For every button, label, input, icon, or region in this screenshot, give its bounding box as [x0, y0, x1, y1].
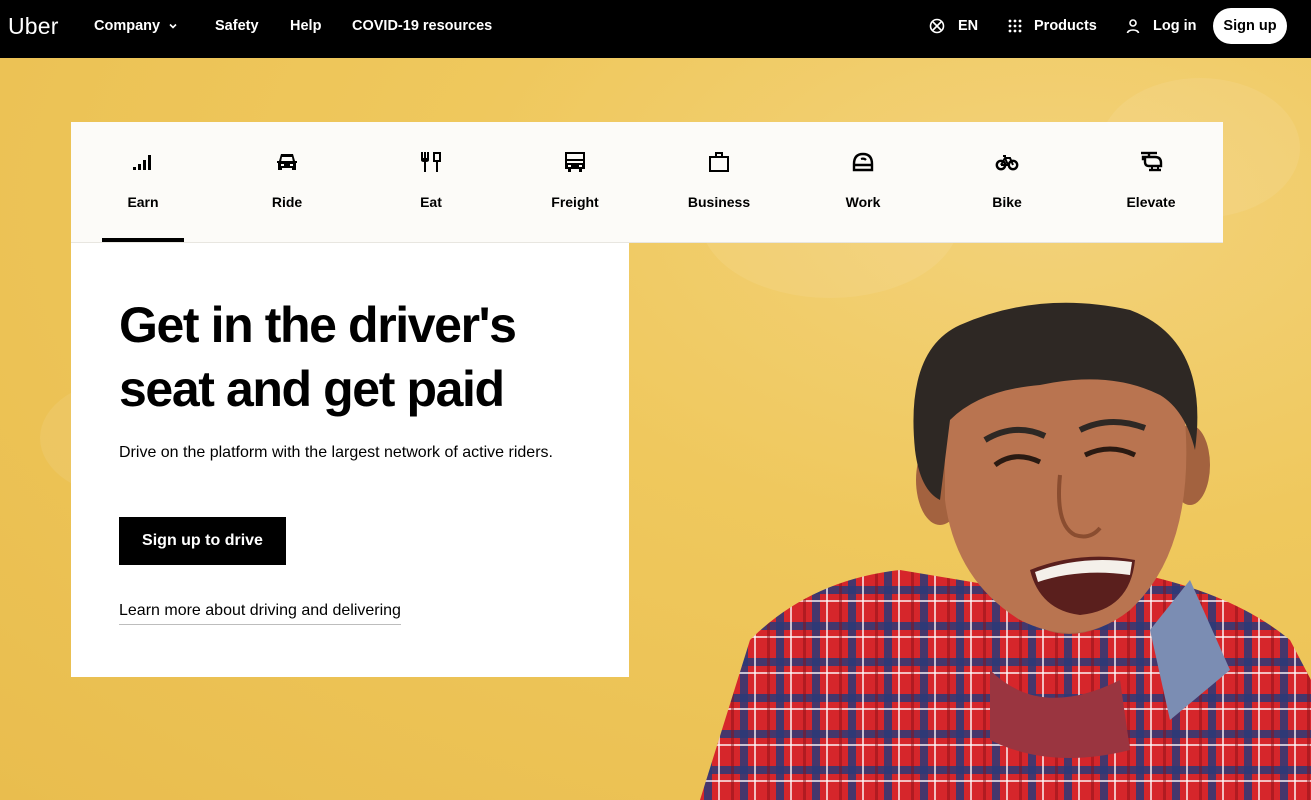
- tab-freight-label: Freight: [551, 194, 599, 210]
- chevron-down-icon: [168, 21, 178, 31]
- tab-business[interactable]: Business: [647, 122, 791, 242]
- tab-bike-label: Bike: [992, 194, 1022, 210]
- tab-earn[interactable]: Earn: [71, 122, 215, 242]
- login-label: Log in: [1153, 18, 1197, 34]
- driver-photo: [700, 302, 1311, 800]
- language-selector[interactable]: EN: [929, 18, 978, 34]
- tab-elevate[interactable]: Elevate: [1079, 122, 1223, 242]
- signup-to-drive-button[interactable]: Sign up to drive: [119, 517, 286, 565]
- grid-dots-icon: [1007, 18, 1023, 34]
- fork-knife-icon: [419, 150, 443, 174]
- tab-ride-label: Ride: [271, 194, 303, 210]
- tab-freight[interactable]: Freight: [503, 122, 647, 242]
- tab-work-label: Work: [845, 194, 881, 210]
- tab-work[interactable]: Work: [791, 122, 935, 242]
- signup-button[interactable]: Sign up: [1213, 8, 1287, 44]
- bike-icon: [995, 150, 1019, 174]
- tab-eat-label: Eat: [420, 194, 442, 210]
- login-link[interactable]: Log in: [1125, 18, 1197, 34]
- tab-elevate-label: Elevate: [1126, 194, 1176, 210]
- products-label: Products: [1034, 18, 1097, 34]
- learn-more-link[interactable]: Learn more about driving and delivering: [119, 602, 401, 625]
- tab-eat[interactable]: Eat: [359, 122, 503, 242]
- truck-icon: [563, 150, 587, 174]
- nav-company[interactable]: Company: [94, 18, 178, 34]
- hero-card: Get in the driver's seat and get paid Dr…: [71, 243, 629, 677]
- language-label: EN: [958, 18, 979, 34]
- user-icon: [1125, 18, 1141, 34]
- nav-covid-resources[interactable]: COVID-19 resources: [352, 18, 492, 34]
- tab-ride[interactable]: Ride: [215, 122, 359, 242]
- car-icon: [275, 150, 299, 174]
- hero-title: Get in the driver's seat and get paid: [119, 297, 517, 417]
- helmet-icon: [851, 150, 875, 174]
- briefcase-icon: [707, 150, 731, 174]
- tab-earn-label: Earn: [127, 194, 159, 210]
- signal-bars-icon: [131, 150, 155, 174]
- tab-bike[interactable]: Bike: [935, 122, 1079, 242]
- nav-safety[interactable]: Safety: [215, 18, 259, 34]
- top-nav: Uber Company Safety Help COVID-19 resour…: [0, 0, 1311, 58]
- nav-help[interactable]: Help: [290, 18, 321, 34]
- hero-subtitle: Drive on the platform with the largest n…: [119, 444, 553, 461]
- helicopter-icon: [1139, 150, 1163, 174]
- globe-icon: [929, 18, 945, 34]
- tab-business-label: Business: [687, 194, 751, 210]
- products-menu[interactable]: Products: [1007, 18, 1097, 34]
- uber-logo[interactable]: Uber: [8, 13, 59, 40]
- nav-company-label: Company: [94, 18, 161, 34]
- product-tabs: Earn Ride Eat Freight Business Work Bike…: [71, 122, 1223, 242]
